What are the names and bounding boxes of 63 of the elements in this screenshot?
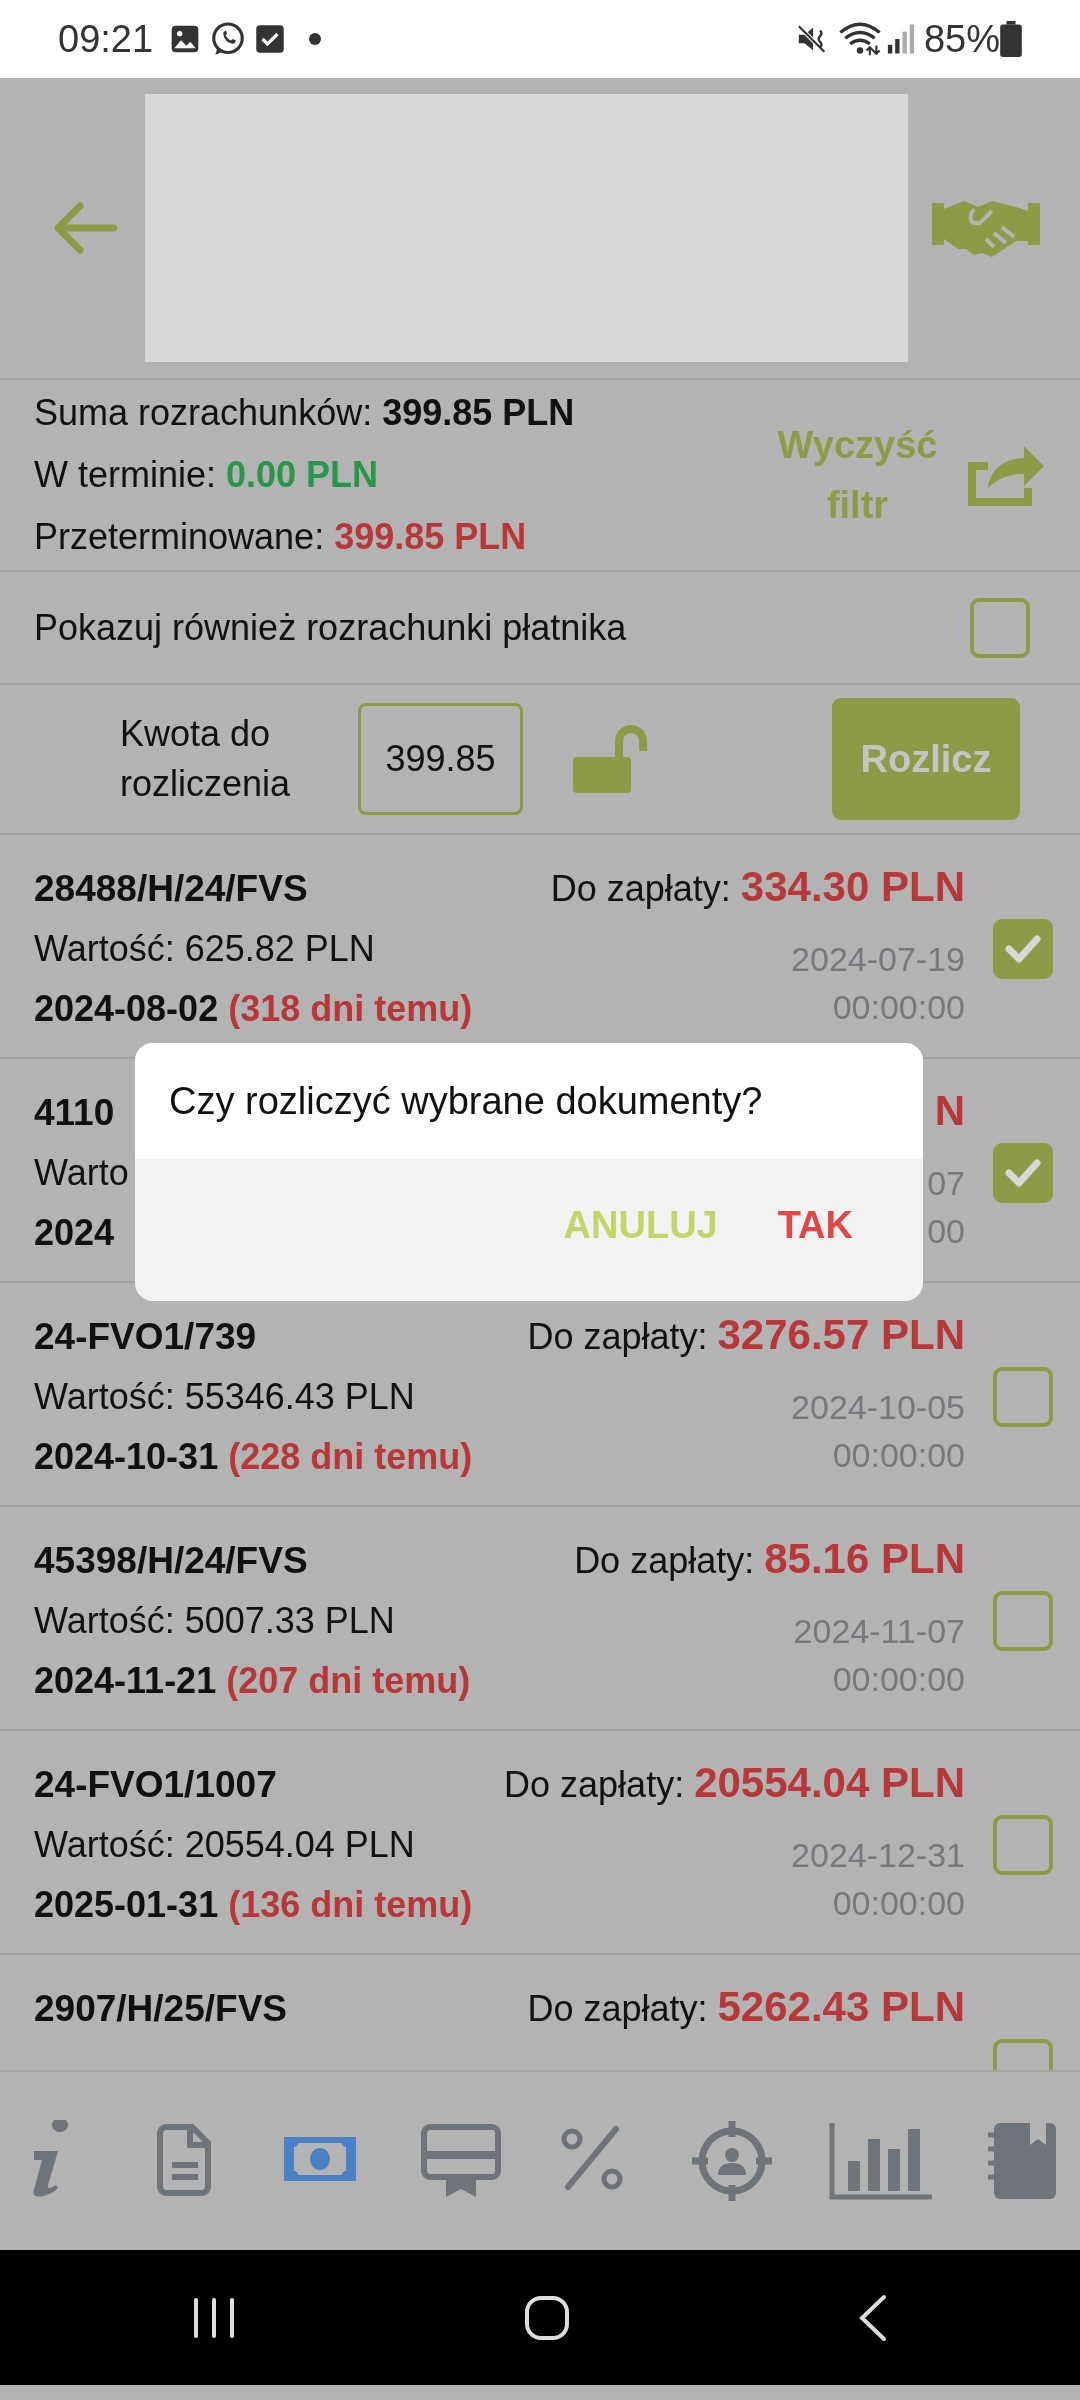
status-time: 09:21 [58,16,154,62]
amount-due: Do zapłaty: 5262.43 PLN [527,1982,965,2032]
back-icon[interactable] [858,2293,888,2342]
due-date: 2024 [34,1211,116,1255]
home-icon[interactable] [524,2294,570,2341]
amount-due: Do zapłaty: 3276.57 PLN [527,1310,965,1360]
document-value: Wartość: 55346.43 PLN [34,1375,416,1419]
due-date: 2025-01-31 (136 dni temu) [34,1883,473,1927]
payer-toggle-label: Pokazuj również rozrachunki płatnika [34,605,627,650]
issue-date: 07 [927,1163,965,1204]
issue-time: 00:00:00 [831,1659,965,1700]
document-value: Wartość: 5007.33 PLN [34,1599,396,1643]
settle-button[interactable]: Rozlicz [832,698,1020,820]
issue-time: 00 [927,1211,965,1252]
amount-due: Do zapłaty: 334.30 PLN [550,862,965,912]
due-date: 2024-11-21 (207 dni temu) [34,1659,471,1703]
document-number: 2907/H/25/FVS [34,1987,287,2031]
issue-date: 2024-12-31 [791,1835,965,1876]
checkbox[interactable] [992,1367,1053,1427]
issue-date: 2024-07-19 [791,939,965,980]
issue-date: 2024-11-07 [793,1611,965,1652]
checkbox[interactable] [992,1591,1053,1651]
check-icon [1004,934,1041,964]
battery-icon [1000,21,1022,57]
document-number: 28488/H/24/FVS [34,867,308,911]
clear-filter-link[interactable]: Wyczyść filtr [775,415,940,535]
total-summary: Suma rozrachunków: 399.85 PLN [34,391,576,435]
overdue-summary: Przeterminowane: 399.85 PLN [34,515,528,559]
document-number: 4110 [34,1091,115,1135]
checkbox[interactable] [992,1815,1053,1875]
cancel-button[interactable]: ANULUJ [533,1196,748,1254]
issue-date: 2024-10-05 [791,1387,965,1428]
signal-icon [885,23,916,55]
due-date: 2024-10-31 (228 dni temu) [34,1435,473,1479]
target-person-icon[interactable] [692,2120,774,2202]
document-value: Wartość: 20554.04 PLN [34,1823,416,1867]
wifi-icon [837,21,882,57]
checkbox[interactable] [992,1143,1053,1203]
amount-label: Kwota do rozliczenia [120,712,292,806]
document-value: Wartość: 625.82 PLN [34,927,376,971]
checkbox[interactable] [970,597,1030,658]
check-square-icon [255,24,286,54]
amount-due: Do zapłaty: 20554.04 PLN [504,1758,965,1808]
amount-due: Do zapłaty: 85.16 PLN [574,1534,965,1584]
dialog-message: Czy rozliczyć wybrane dokumenty? [135,1043,923,1159]
issue-time: 00:00:00 [831,1883,965,1924]
bar-chart-icon[interactable] [828,2120,932,2202]
amount-due: N [934,1086,965,1136]
recents-icon[interactable] [192,2297,236,2338]
issue-time: 00:00:00 [831,987,965,1028]
checkbox[interactable] [992,919,1053,979]
on-time-summary: W terminie: 0.00 PLN [34,453,380,497]
check-icon [1004,1158,1041,1188]
document-value: Warto [34,1151,129,1195]
battery-level: 85% [923,16,1000,62]
amount-field[interactable]: 399.85 [358,703,523,815]
document-number: 24-FVO1/739 [34,1315,257,1359]
document-number: 24-FVO1/1007 [34,1763,277,1807]
document-number: 45398/H/24/FVS [34,1539,308,1583]
issue-time: 00:00:00 [831,1435,965,1476]
dot-icon [309,33,322,45]
confirm-button[interactable]: TAK [747,1196,883,1254]
due-date: 2024-08-02 (318 dni temu) [34,987,473,1031]
